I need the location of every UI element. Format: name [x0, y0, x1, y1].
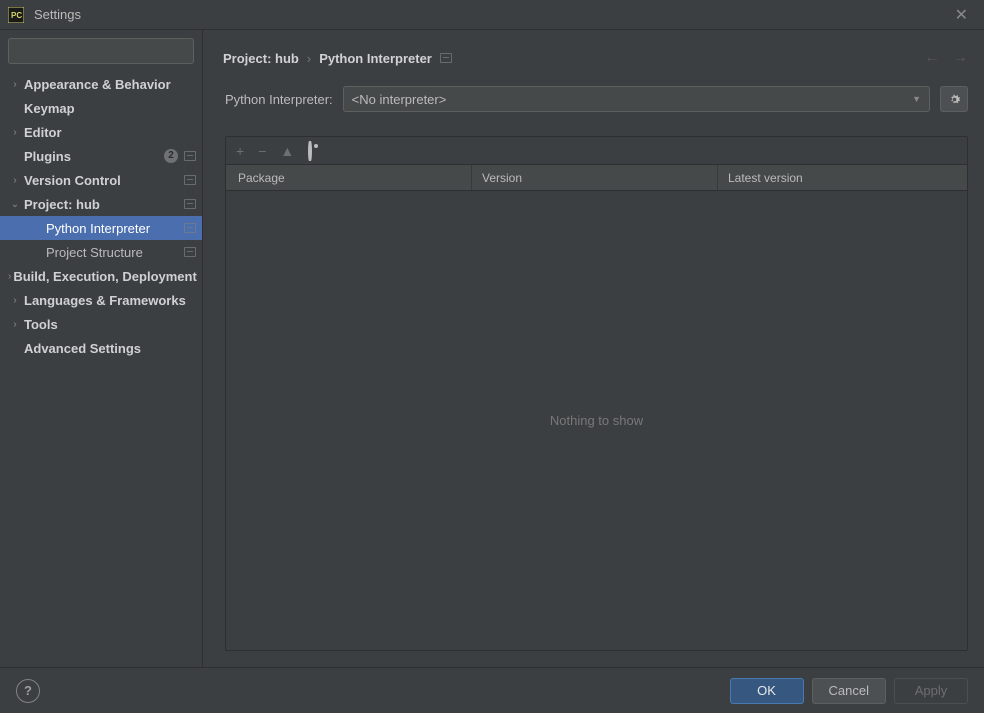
interpreter-settings-button[interactable] — [940, 86, 968, 112]
close-icon[interactable]: ✕ — [947, 1, 976, 29]
packages-table-header: Package Version Latest version — [226, 165, 967, 191]
interpreter-value: <No interpreter> — [352, 92, 447, 107]
project-settings-indicator-icon — [184, 199, 196, 209]
sidebar-item-label: Advanced Settings — [24, 341, 196, 356]
sidebar-item-label: Version Control — [24, 173, 182, 188]
interpreter-label: Python Interpreter: — [225, 92, 333, 107]
sidebar-item-plugins[interactable]: Plugins2 — [0, 144, 202, 168]
chevron-right-icon: › — [8, 79, 22, 90]
chevron-right-icon: › — [8, 175, 22, 186]
sidebar-item-project-structure[interactable]: Project Structure — [0, 240, 202, 264]
project-settings-indicator-icon — [184, 247, 196, 257]
project-settings-indicator-icon — [184, 175, 196, 185]
show-early-releases-button[interactable] — [308, 143, 312, 159]
cancel-button[interactable]: Cancel — [812, 678, 886, 704]
sidebar-item-languages-frameworks[interactable]: ›Languages & Frameworks — [0, 288, 202, 312]
col-version[interactable]: Version — [472, 165, 718, 190]
svg-text:PC: PC — [11, 11, 22, 20]
settings-tree: ›Appearance & BehaviorKeymap›EditorPlugi… — [0, 70, 202, 667]
ok-button[interactable]: OK — [730, 678, 804, 704]
settings-content: Project: hub › Python Interpreter ← → Py… — [203, 30, 984, 667]
dialog-footer: ? OK Cancel Apply — [0, 667, 984, 713]
sidebar-item-label: Tools — [24, 317, 196, 332]
sidebar-item-label: Build, Execution, Deployment — [13, 269, 196, 284]
updates-badge: 2 — [164, 149, 178, 163]
project-settings-indicator-icon — [184, 151, 196, 161]
packages-empty-text: Nothing to show — [226, 191, 967, 650]
sidebar-item-python-interpreter[interactable]: Python Interpreter — [0, 216, 202, 240]
add-package-button: + — [236, 143, 244, 159]
chevron-right-icon: › — [8, 295, 22, 306]
sidebar-item-label: Languages & Frameworks — [24, 293, 196, 308]
interpreter-dropdown[interactable]: <No interpreter> ▼ — [343, 86, 930, 112]
chevron-down-icon: ▼ — [912, 94, 921, 104]
sidebar-item-advanced-settings[interactable]: Advanced Settings — [0, 336, 202, 360]
chevron-right-icon: › — [8, 319, 22, 330]
apply-button: Apply — [894, 678, 968, 704]
chevron-down-icon: ⌄ — [8, 199, 22, 210]
sidebar-item-label: Plugins — [24, 149, 164, 164]
chevron-right-icon: › — [8, 271, 11, 282]
titlebar: PC Settings ✕ — [0, 0, 984, 30]
eye-icon — [308, 141, 312, 161]
sidebar-item-label: Project Structure — [46, 245, 182, 260]
col-latest[interactable]: Latest version — [718, 165, 967, 190]
remove-package-button: − — [258, 143, 266, 159]
sidebar-item-keymap[interactable]: Keymap — [0, 96, 202, 120]
sidebar-item-label: Keymap — [24, 101, 196, 116]
sidebar-item-build-execution-deployment[interactable]: ›Build, Execution, Deployment — [0, 264, 202, 288]
project-settings-indicator-icon — [440, 53, 452, 63]
settings-sidebar: ›Appearance & BehaviorKeymap›EditorPlugi… — [0, 30, 203, 667]
sidebar-item-label: Project: hub — [24, 197, 182, 212]
sidebar-item-label: Editor — [24, 125, 196, 140]
breadcrumb-page: Python Interpreter — [319, 51, 432, 66]
chevron-right-icon: › — [307, 51, 311, 66]
sidebar-item-tools[interactable]: ›Tools — [0, 312, 202, 336]
chevron-right-icon: › — [8, 127, 22, 138]
window-title: Settings — [34, 7, 947, 22]
packages-panel: + − ▲ Package Version Latest version Not… — [225, 136, 968, 651]
breadcrumb: Project: hub › Python Interpreter — [223, 51, 924, 66]
sidebar-item-label: Appearance & Behavior — [24, 77, 196, 92]
sidebar-item-project-hub[interactable]: ⌄Project: hub — [0, 192, 202, 216]
sidebar-item-label: Python Interpreter — [46, 221, 182, 236]
upgrade-package-button: ▲ — [280, 143, 294, 159]
app-icon: PC — [8, 7, 24, 23]
nav-forward-icon: → — [952, 49, 968, 67]
breadcrumb-project[interactable]: Project: hub — [223, 51, 299, 66]
sidebar-item-version-control[interactable]: ›Version Control — [0, 168, 202, 192]
gear-icon — [947, 92, 962, 107]
nav-back-icon: ← — [924, 49, 940, 67]
main-area: ›Appearance & BehaviorKeymap›EditorPlugi… — [0, 30, 984, 667]
help-button[interactable]: ? — [16, 679, 40, 703]
col-package[interactable]: Package — [226, 165, 472, 190]
project-settings-indicator-icon — [184, 223, 196, 233]
sidebar-item-appearance-behavior[interactable]: ›Appearance & Behavior — [0, 72, 202, 96]
search-input[interactable] — [8, 38, 194, 64]
sidebar-item-editor[interactable]: ›Editor — [0, 120, 202, 144]
